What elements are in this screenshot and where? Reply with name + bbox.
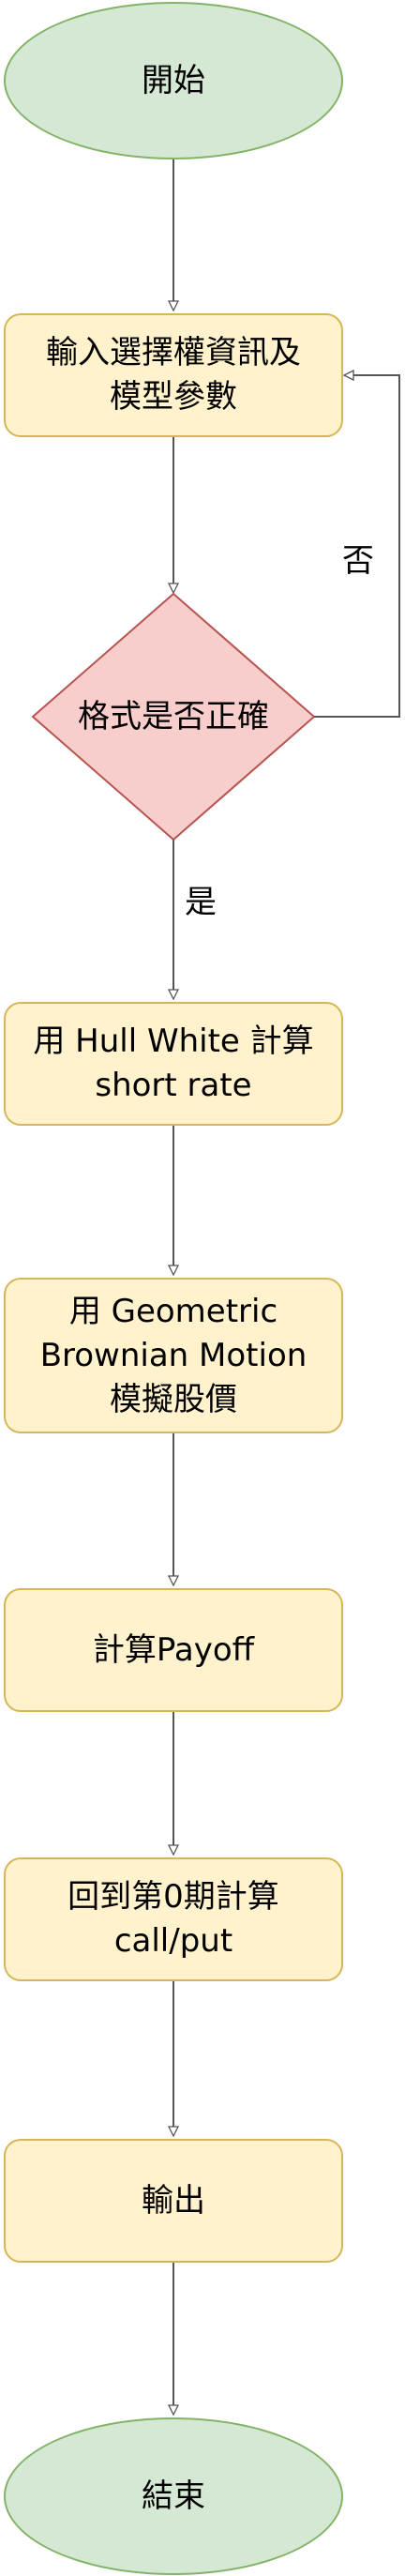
payoff-node: 計算Payoff	[4, 1588, 343, 1712]
edge-label-no: 否	[342, 542, 374, 580]
format-check-node: 格式是否正確	[78, 697, 269, 735]
edge-label-yes: 是	[185, 884, 217, 921]
end-node: 結束	[4, 2417, 343, 2575]
flowchart: 開始 輸入選擇權資訊及 模型參數 格式是否正確 用 Hull White 計算 …	[0, 0, 420, 2576]
input-node: 輸入選擇權資訊及 模型參數	[4, 313, 343, 437]
gbm-simulation-node: 用 Geometric Brownian Motion 模擬股價	[4, 1278, 343, 1433]
output-node: 輸出	[4, 2139, 343, 2263]
start-node: 開始	[4, 2, 343, 159]
discount-node: 回到第0期計算 call/put	[4, 1857, 343, 1981]
hull-white-node: 用 Hull White 計算 short rate	[4, 1002, 343, 1126]
